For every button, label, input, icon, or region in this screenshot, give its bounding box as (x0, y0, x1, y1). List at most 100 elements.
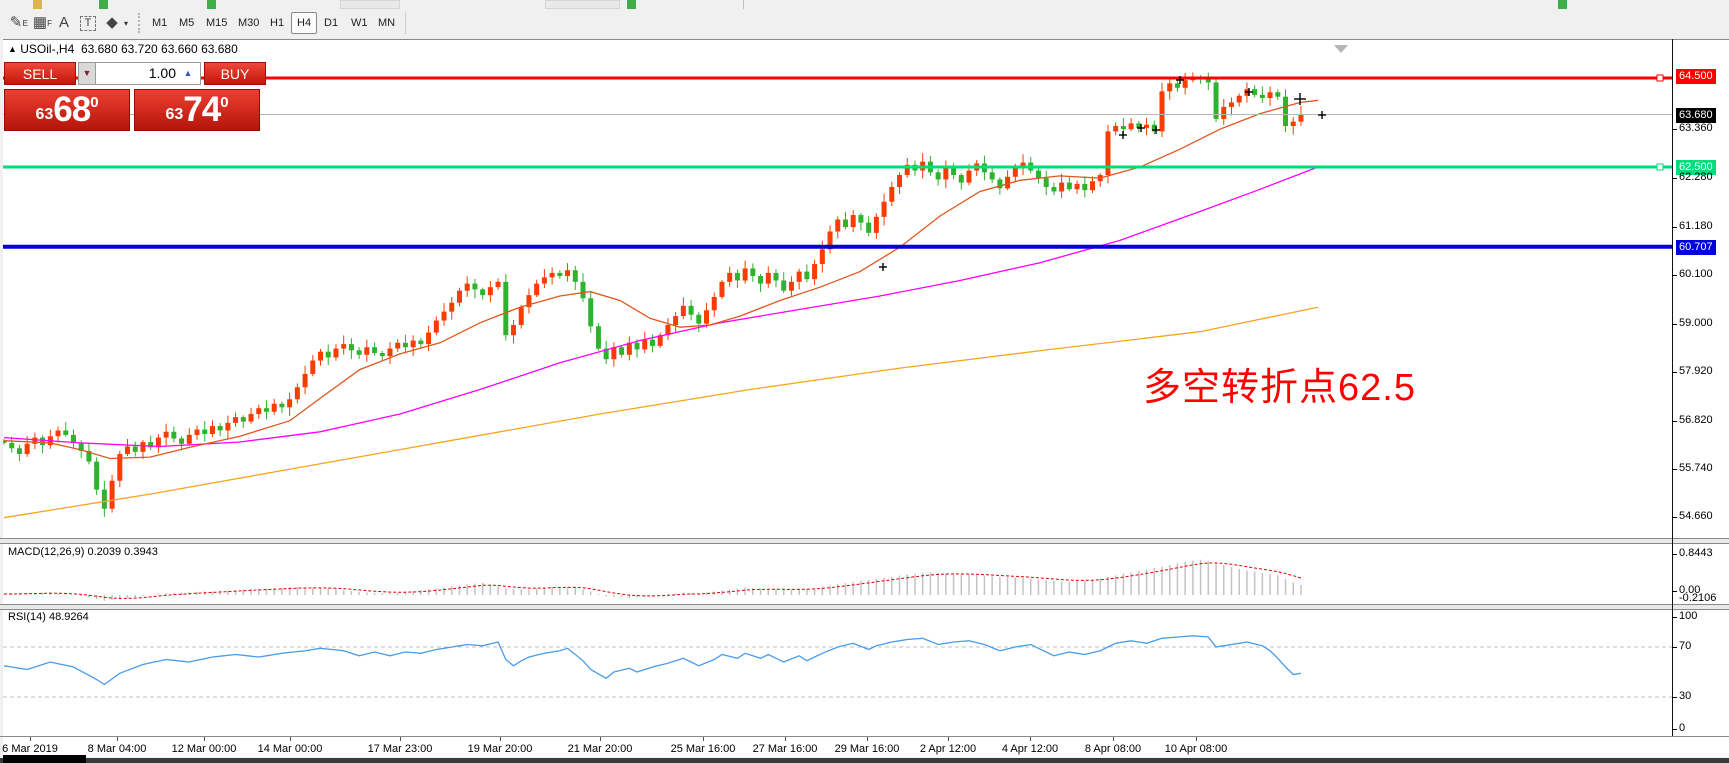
candle-body (858, 215, 863, 223)
time-tick (30, 737, 31, 741)
candle-body (426, 333, 431, 345)
candle-body (897, 175, 902, 187)
one-click-trading-panel: SELL ▼ 1.00 ▲ BUY 63680 63740 (4, 62, 266, 131)
rsi-line (4, 636, 1301, 685)
time-label: 10 Apr 08:00 (1165, 743, 1227, 755)
candle-body (465, 284, 470, 291)
time-tick (117, 737, 118, 741)
candle-body (1237, 96, 1242, 103)
time-label: 17 Mar 23:00 (368, 743, 433, 755)
shapes-icon[interactable]: ◆ (100, 11, 124, 35)
tf-M30[interactable]: M30 (232, 12, 265, 34)
price-label: 61.180 (1679, 220, 1713, 233)
grid-icon[interactable]: ▦F (28, 11, 52, 35)
time-tick (867, 737, 868, 741)
ask-price-tile[interactable]: 63740 (134, 89, 260, 131)
price-tick (1672, 517, 1677, 518)
candle-body (195, 430, 200, 435)
rsi-tick (1672, 617, 1677, 618)
candle-body (1090, 181, 1095, 190)
tf-H4[interactable]: H4 (291, 12, 317, 34)
candle-body (959, 175, 964, 183)
time-label: 8 Apr 08:00 (1085, 743, 1141, 755)
rsi-scale-label: 100 (1679, 610, 1697, 623)
time-tick (948, 737, 949, 741)
candle-body (673, 316, 678, 325)
candle-body (743, 268, 748, 280)
collapse-icon[interactable]: ▲ (8, 44, 17, 54)
line-handle[interactable] (1657, 164, 1663, 170)
candle-body (403, 343, 408, 347)
volume-increase-button[interactable]: ▲ (177, 63, 199, 84)
sell-button[interactable]: SELL (4, 62, 76, 85)
rsi-canvas[interactable] (3, 611, 1672, 736)
candle-body (333, 349, 338, 358)
tf-M5[interactable]: M5 (173, 12, 200, 34)
candle-body (326, 352, 331, 358)
candle-body (210, 426, 215, 434)
rsi-label: RSI(14) 48.9264 (8, 611, 89, 623)
toolbar-grip[interactable] (138, 13, 143, 33)
candle-body (179, 438, 184, 443)
dropdown-caret-icon[interactable]: ▾ (124, 19, 128, 28)
volume-decrease-button[interactable]: ▼ (78, 62, 96, 85)
candle-body (372, 347, 377, 353)
candle-body (812, 264, 817, 279)
pane-separator[interactable] (0, 538, 1729, 544)
pencil-lines-icon[interactable]: ✎E (4, 11, 28, 35)
tf-MN[interactable]: MN (372, 12, 401, 34)
candle-body (17, 448, 22, 454)
candle-body (797, 272, 802, 282)
macd-canvas[interactable] (3, 545, 1672, 604)
time-tick (785, 737, 786, 741)
time-label: 29 Mar 16:00 (835, 743, 900, 755)
pane-separator[interactable] (0, 604, 1729, 610)
text-a-icon[interactable]: A (52, 11, 76, 35)
rsi-scale-label: 70 (1679, 640, 1691, 653)
tf-W1[interactable]: W1 (345, 12, 374, 34)
candle-body (789, 282, 794, 291)
candle-body (310, 361, 315, 374)
candle-body (1059, 183, 1064, 192)
candle-body (1221, 107, 1226, 119)
candle-body (102, 490, 107, 509)
price-label: 57.920 (1679, 365, 1713, 378)
candle-body (550, 273, 555, 277)
rsi-tick (1672, 697, 1677, 698)
candle-body (63, 430, 68, 434)
candle-body (866, 223, 871, 233)
candle-body (442, 312, 447, 321)
candle-body (951, 168, 956, 175)
tf-M1[interactable]: M1 (146, 12, 173, 34)
toolbar-fragment (33, 0, 42, 9)
bid-price-tile[interactable]: 63680 (4, 89, 130, 131)
candle-body (225, 423, 230, 431)
candle-body (187, 435, 192, 444)
macd-tick (1672, 554, 1677, 555)
macd-scale-label: -0.2106 (1679, 592, 1716, 605)
tf-D1[interactable]: D1 (318, 12, 344, 34)
time-tick (1196, 737, 1197, 741)
candle-body (557, 273, 562, 276)
candle-body (851, 215, 856, 227)
time-label: 19 Mar 20:00 (468, 743, 533, 755)
tf-M15[interactable]: M15 (200, 12, 233, 34)
scroll-end-triangle-icon[interactable] (1334, 45, 1348, 53)
time-label: 14 Mar 00:00 (258, 743, 323, 755)
candle-body (758, 276, 763, 284)
textbox-icon[interactable]: T (76, 11, 100, 35)
candle-body (233, 417, 238, 423)
candle-body (542, 277, 547, 283)
buy-button[interactable]: BUY (204, 62, 266, 85)
chart-window: ▲ USOil-,H4 63.680 63.720 63.660 63.680 … (0, 38, 1729, 763)
price-tick (1672, 275, 1677, 276)
price-scale-divider (1672, 39, 1673, 736)
bid-pips: 68 (53, 90, 90, 129)
line-handle[interactable] (1657, 75, 1663, 81)
candle-body (1260, 95, 1265, 98)
tf-H1[interactable]: H1 (264, 12, 290, 34)
candle-body (264, 408, 269, 412)
candle-body (1214, 82, 1219, 118)
candle-body (804, 272, 809, 280)
chart-text-annotation: 多空转折点62.5 (1143, 356, 1416, 411)
